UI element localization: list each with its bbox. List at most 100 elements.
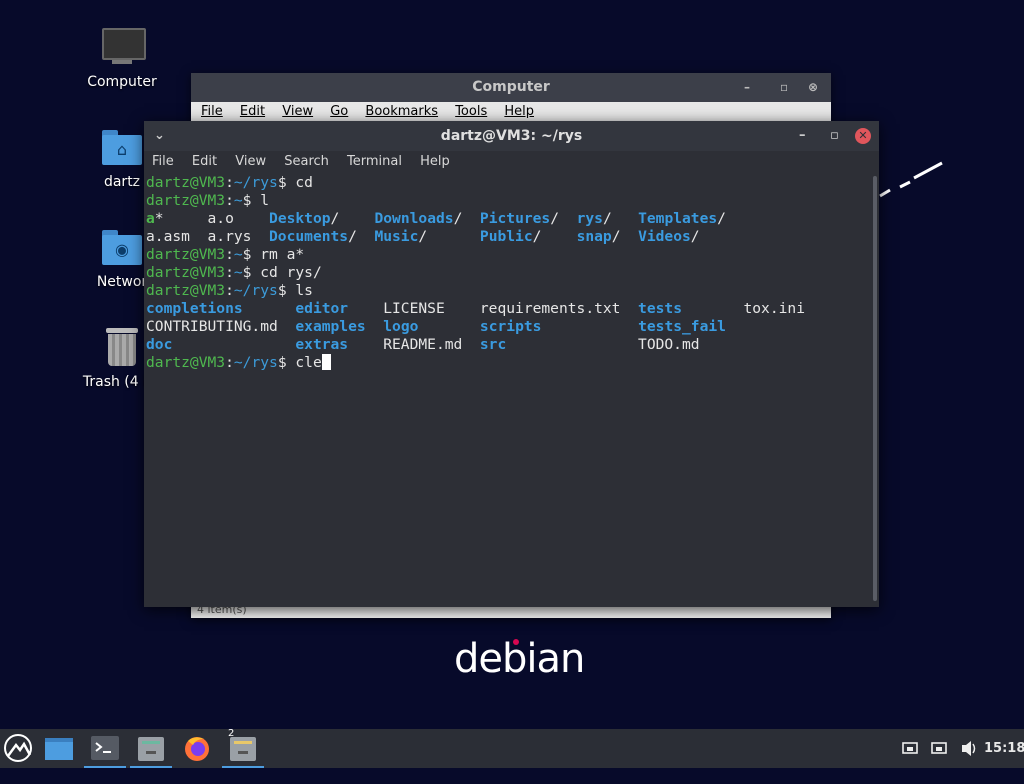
menu-go[interactable]: Go [330, 104, 348, 119]
directory-entry: Templates [638, 210, 718, 227]
menu-file[interactable]: File [201, 104, 223, 119]
directory-entry: Desktop [269, 210, 331, 227]
terminal-text: $ cd rys/ [242, 264, 322, 281]
terminal-line: dartz@VM3:~/rys$ cd [146, 174, 866, 192]
terminal-titlebar[interactable]: ⌄ dartz@VM3: ~/rys – ▫ ✕ [144, 121, 879, 151]
menu-terminal[interactable]: Terminal [347, 154, 402, 169]
directory-entry: snap [576, 228, 612, 245]
terminal-scrollbar[interactable] [873, 176, 877, 601]
menu-file[interactable]: File [152, 154, 174, 169]
minimize-icon[interactable]: – [744, 73, 750, 102]
menu-view[interactable]: View [282, 104, 313, 119]
prompt-user: dartz@VM3 [146, 264, 226, 281]
directory-entry: tests_fail [638, 318, 726, 335]
close-icon[interactable]: ⊗ [808, 73, 818, 102]
terminal-text: / [453, 210, 480, 227]
directory-entry: Documents [269, 228, 349, 245]
firefox-icon [185, 737, 209, 761]
terminal-text: / [690, 228, 700, 245]
terminal-window[interactable]: ⌄ dartz@VM3: ~/rys – ▫ ✕ File Edit View … [144, 121, 879, 607]
taskbar-firefox[interactable] [176, 729, 218, 768]
maximize-icon[interactable]: ▫ [780, 73, 788, 102]
terminal-text: $ l [242, 192, 270, 209]
prompt-path: ~/rys [233, 174, 278, 191]
prompt-user: dartz@VM3 [146, 354, 226, 371]
terminal-text: : [225, 246, 234, 263]
terminal-title: dartz@VM3: ~/rys [440, 128, 583, 144]
directory-entry: extras [295, 336, 349, 353]
terminal-text: / [602, 210, 639, 227]
menu-search[interactable]: Search [284, 154, 329, 169]
terminal-line: a.asm a.rys Documents/ Music/ Public/ sn… [146, 228, 866, 246]
clock[interactable]: 15:18 [984, 729, 1024, 768]
desktop-icon-computer[interactable]: Computer [67, 26, 177, 90]
terminal-text: / [611, 228, 639, 245]
directory-entry: tests [638, 300, 682, 317]
terminal-text: CONTRIBUTING.md [146, 318, 296, 335]
terminal-text: / [330, 210, 375, 227]
terminal-text: a.asm a.rys [146, 228, 270, 245]
menu-edit[interactable]: Edit [240, 104, 265, 119]
prompt-user: dartz@VM3 [146, 192, 226, 209]
terminal-output[interactable]: dartz@VM3:~/rys$ cd dartz@VM3:~$ l a* a.o … [146, 174, 866, 372]
menu-tools[interactable]: Tools [455, 104, 487, 119]
taskbar: 2 15:18 [0, 728, 1024, 768]
desktop-icon [45, 738, 73, 760]
terminal-text: tox.ini [681, 300, 805, 317]
desktop-wallpaper-swoosh [879, 161, 943, 198]
prompt-path: ~/rys [233, 354, 278, 371]
directory-entry: Music [374, 228, 419, 245]
terminal-line: dartz@VM3:~/rys$ ls [146, 282, 866, 300]
menu-edit[interactable]: Edit [192, 154, 217, 169]
terminal-line: dartz@VM3:~$ cd rys/ [146, 264, 866, 282]
menu-help[interactable]: Help [420, 154, 450, 169]
debian-logo: debian [454, 636, 585, 682]
terminal-line: dartz@VM3:~$ l [146, 192, 866, 210]
terminal-text: : [225, 264, 234, 281]
menu-view[interactable]: View [235, 154, 266, 169]
directory-entry: Public [479, 228, 533, 245]
directory-entry: Videos [638, 228, 691, 245]
network-icon[interactable] [902, 729, 918, 768]
terminal-text: $ cle [277, 354, 322, 371]
terminal-text: : [225, 174, 234, 191]
terminal-text: / [717, 210, 726, 227]
network-secondary-icon[interactable] [931, 729, 947, 768]
debian-logo-dot [513, 639, 519, 645]
app-menu-button[interactable] [0, 729, 42, 768]
close-icon[interactable]: ✕ [855, 128, 871, 144]
taskbar-file-manager[interactable] [130, 729, 172, 768]
taskbar-show-desktop[interactable] [38, 729, 80, 768]
terminal-text: LICENSE requirements.txt [348, 300, 639, 317]
terminal-text: / [550, 210, 577, 227]
directory-entry: rys [576, 210, 603, 227]
terminal-text: $ rm a* [242, 246, 305, 263]
directory-entry: completions [146, 300, 243, 317]
terminal-text: * a.o [154, 210, 270, 227]
volume-icon[interactable] [960, 729, 978, 768]
menu-bookmarks[interactable]: Bookmarks [365, 104, 438, 119]
terminal-line: dartz@VM3:~$ rm a* [146, 246, 866, 264]
file-manager-titlebar[interactable]: Computer – ▫ ⊗ [191, 73, 831, 102]
directory-entry: editor [295, 300, 349, 317]
home-folder-icon: ⌂ [100, 126, 144, 168]
file-manager-title: Computer [472, 79, 550, 95]
menu-help[interactable]: Help [504, 104, 534, 119]
prompt-user: dartz@VM3 [146, 246, 226, 263]
terminal-text: : [225, 282, 234, 299]
window-menu-chevron-icon[interactable]: ⌄ [154, 121, 165, 151]
minimize-icon[interactable]: – [799, 121, 806, 151]
taskbar-terminal[interactable] [84, 729, 126, 768]
terminal-line: CONTRIBUTING.md examples logo scripts te… [146, 318, 866, 336]
terminal-text: $ cd [277, 174, 313, 191]
maximize-icon[interactable]: ▫ [830, 121, 839, 151]
terminal-icon [91, 736, 119, 760]
taskbar-file-manager-group[interactable]: 2 [222, 728, 264, 768]
terminal-line: doc extras README.md src TODO.md [146, 336, 866, 354]
terminal-text: TODO.md [506, 336, 700, 353]
network-folder-icon: ◉ [100, 226, 144, 268]
app-menu-icon [4, 734, 32, 762]
